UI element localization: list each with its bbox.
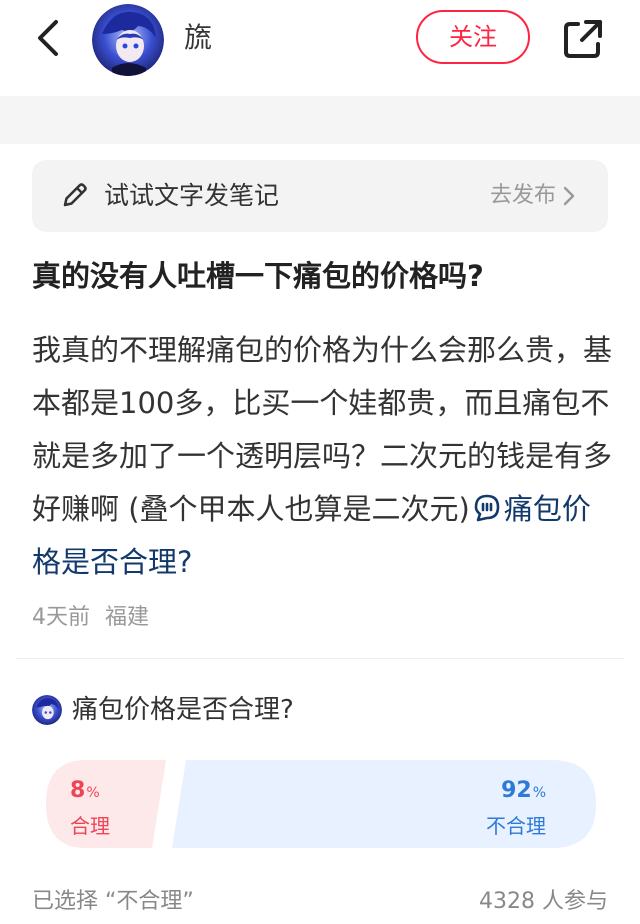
divider	[16, 658, 624, 659]
post-title: 真的没有人吐槽一下痛包的价格吗?	[32, 259, 484, 293]
section-separator	[0, 96, 640, 144]
poll-disagree-percent-sign: %	[532, 785, 546, 801]
poll-agree-percent-sign: %	[86, 785, 100, 801]
publish-link[interactable]: 去发布	[490, 180, 576, 212]
pencil-icon	[63, 183, 87, 207]
author-name[interactable]: 旒	[184, 20, 212, 56]
poll-disagree-label: 不合理	[486, 814, 546, 838]
poll-option-agree[interactable]: 8% 合理	[46, 760, 166, 848]
topic-bubble-icon	[474, 494, 500, 522]
poll-agree-percent: 8%	[70, 778, 100, 803]
poll-disagree-percent: 92%	[501, 778, 546, 803]
poll-participants: 4328 人参与	[479, 889, 608, 914]
post-location: 福建	[105, 605, 150, 630]
top-bar: 旒 关注	[0, 0, 640, 96]
share-icon	[564, 20, 602, 58]
avatar-image	[32, 695, 62, 725]
chevron-right-icon	[563, 186, 575, 206]
poll-agree-percent-value: 8	[70, 778, 86, 803]
poll-option-disagree[interactable]: 92% 不合理	[172, 760, 596, 848]
post-body: 我真的不理解痛包的价格为什么会那么贵，基本都是100多，比买一个娃都贵，而且痛包…	[32, 324, 612, 589]
share-button[interactable]	[556, 12, 610, 66]
poll-avatar	[32, 695, 62, 725]
back-button[interactable]	[26, 16, 70, 60]
post-meta: 4天前 福建	[32, 602, 149, 634]
note-prompt-text: 试试文字发笔记	[104, 181, 280, 210]
poll-question: 痛包价格是否合理?	[32, 692, 294, 728]
poll-agree-label: 合理	[70, 814, 110, 838]
poll-question-text: 痛包价格是否合理?	[72, 695, 294, 725]
write-note-prompt[interactable]: 试试文字发笔记 去发布	[32, 160, 608, 232]
author-avatar[interactable]	[92, 4, 164, 76]
post-time: 4天前	[32, 605, 90, 630]
publish-label: 去发布	[489, 183, 556, 208]
poll-disagree-percent-value: 92	[501, 778, 532, 803]
follow-button[interactable]: 关注	[416, 10, 530, 64]
chevron-left-icon	[38, 20, 58, 56]
avatar-image	[92, 4, 164, 76]
poll-selected-text: 已选择 “不合理”	[32, 889, 194, 914]
